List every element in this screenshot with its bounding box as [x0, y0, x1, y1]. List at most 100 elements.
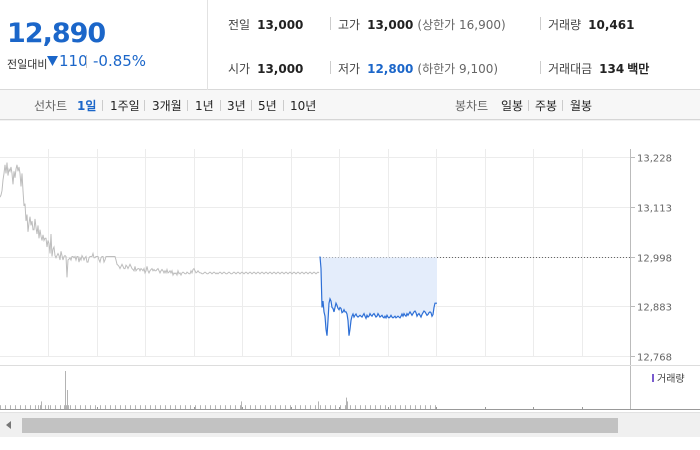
volume-bar — [325, 405, 326, 409]
volume-bar — [80, 405, 81, 409]
volume-bar — [405, 405, 406, 409]
stat-label: 거래량 — [548, 18, 582, 32]
scroll-thumb[interactable] — [22, 418, 618, 433]
scroll-left-arrow-icon[interactable] — [4, 420, 14, 430]
volume-bar — [295, 405, 296, 409]
series-today-area — [320, 256, 437, 336]
volume-bar — [145, 405, 146, 409]
volume-bar — [41, 401, 42, 409]
stat-divider — [540, 17, 541, 30]
volume-bar — [318, 401, 319, 409]
volume-bar — [241, 401, 242, 409]
tab-10-years[interactable]: 10년 — [290, 97, 316, 114]
volume-bar — [330, 405, 331, 409]
volume-bar — [160, 405, 161, 409]
line-chart-tabs-title: 선차트 — [34, 99, 68, 113]
intraday-chart[interactable]: 13,228 13,113 12,998 12,883 12,768 거래량 — [0, 120, 700, 412]
volume-bar — [365, 405, 366, 409]
tab-divider — [220, 100, 221, 111]
volume-bar — [90, 405, 91, 409]
volume-bar — [275, 405, 276, 409]
stat-divider — [540, 61, 541, 74]
stat-upper-limit: (상한가 16,900) — [417, 18, 506, 32]
volume-bar — [66, 405, 67, 409]
volume-bar — [55, 405, 56, 409]
volume-bar — [70, 405, 71, 409]
volume-bar — [110, 405, 111, 409]
tab-1-year[interactable]: 1년 — [195, 97, 214, 114]
stat-divider — [330, 17, 331, 30]
volume-bar — [375, 405, 376, 409]
tab-daily-candle[interactable]: 일봉 — [501, 97, 523, 114]
volume-bar — [235, 405, 236, 409]
volume-bar — [225, 405, 226, 409]
volume-bar — [10, 405, 11, 409]
stat-low: 저가 12,800 (하한가 9,100) — [338, 60, 498, 77]
volume-bar — [395, 405, 396, 409]
volume-bar — [130, 405, 131, 409]
stat-trade-amount: 거래대금 134 백만 — [548, 60, 649, 77]
volume-bar — [340, 405, 341, 409]
volume-bar — [50, 405, 51, 409]
change-divider — [86, 55, 87, 68]
volume-bar — [68, 405, 69, 409]
stat-high: 고가 13,000 (상한가 16,900) — [338, 16, 506, 33]
stat-value: 134 — [599, 62, 625, 76]
volume-bar — [420, 405, 421, 409]
volume-bar — [310, 405, 311, 409]
volume-bar — [230, 405, 231, 409]
volume-bar — [210, 405, 211, 409]
volume-bar — [290, 405, 291, 409]
volume-bar — [120, 405, 121, 409]
volume-bar — [165, 405, 166, 409]
tab-weekly-candle[interactable]: 주봉 — [535, 97, 557, 114]
volume-bar — [346, 397, 347, 409]
volume-bar — [255, 405, 256, 409]
stat-value: 10,461 — [588, 18, 635, 32]
volume-bar — [150, 405, 151, 409]
volume-legend-swatch — [652, 374, 654, 382]
volume-bar — [64, 405, 65, 409]
stat-label: 전일 — [228, 18, 251, 32]
volume-bar — [410, 405, 411, 409]
tab-1-week[interactable]: 1주일 — [110, 97, 140, 114]
tab-divider — [251, 100, 252, 111]
volume-bar — [435, 405, 436, 409]
chart-scrollbar[interactable] — [0, 412, 700, 437]
tab-3-months[interactable]: 3개월 — [152, 97, 182, 114]
volume-bar — [0, 405, 1, 409]
tab-5-years[interactable]: 5년 — [258, 97, 277, 114]
chart-period-tabbar: 선차트 1일 1주일 3개월 1년 3년 5년 10년 봉차트 일봉 주봉 월봉 — [0, 90, 700, 120]
stat-lower-limit: (하한가 9,100) — [417, 62, 499, 76]
volume-bar — [425, 405, 426, 409]
volume-bar — [205, 405, 206, 409]
volume-bar — [300, 405, 301, 409]
volume-bar — [400, 405, 401, 409]
volume-bar — [200, 405, 201, 409]
volume-legend-label: 거래량 — [657, 373, 685, 385]
down-triangle-icon — [47, 56, 58, 66]
tab-monthly-candle[interactable]: 월봉 — [570, 97, 592, 114]
volume-bar — [415, 405, 416, 409]
volume-bar — [250, 405, 251, 409]
price-box: 12,890 전일대비 110 -0.85% — [0, 0, 208, 90]
volume-bar — [185, 405, 186, 409]
candle-chart-tabs-title: 봉차트 — [455, 99, 489, 113]
volume-bar — [135, 405, 136, 409]
volume-bar — [390, 405, 391, 409]
volume-bar — [180, 405, 181, 409]
volume-bar — [20, 405, 21, 409]
quote-summary: 12,890 전일대비 110 -0.85% 전일 13,000 시가 13,000… — [0, 0, 700, 90]
tab-3-years[interactable]: 3년 — [227, 97, 246, 114]
volume-bar — [245, 405, 246, 409]
volume-bar — [48, 405, 49, 409]
stat-volume: 거래량 10,461 — [548, 16, 634, 33]
volume-bar — [60, 405, 61, 409]
y-tick-label: 12,998 — [637, 254, 672, 265]
volume-bar — [5, 405, 6, 409]
tab-1-day[interactable]: 1일 — [77, 97, 96, 114]
y-tick-label: 12,883 — [637, 303, 672, 314]
volume-bar — [355, 405, 356, 409]
volume-bar — [75, 405, 76, 409]
volume-bar — [315, 405, 316, 409]
